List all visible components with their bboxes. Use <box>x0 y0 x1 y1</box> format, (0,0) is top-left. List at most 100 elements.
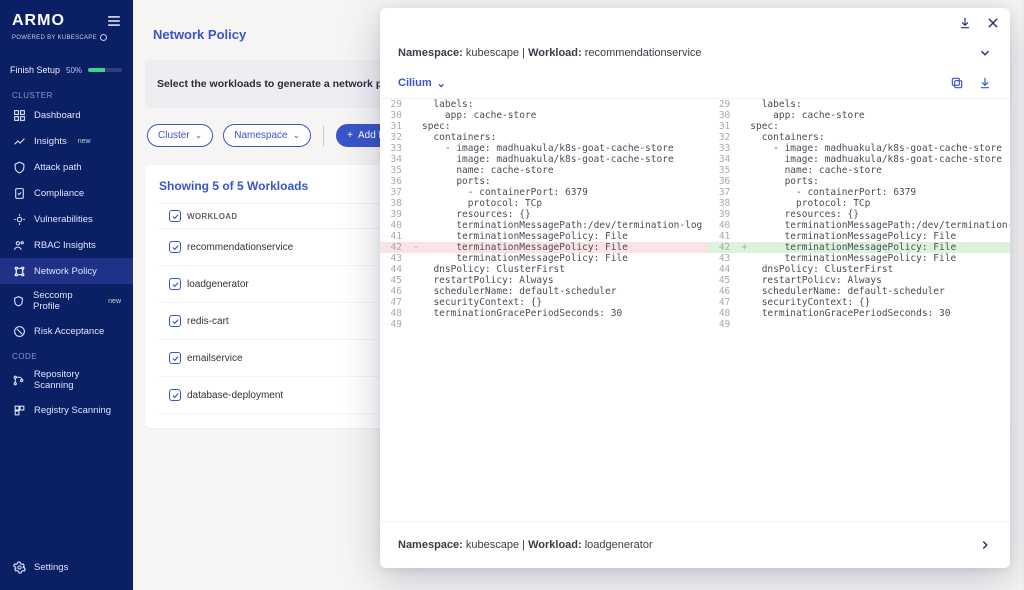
line-number: 46 <box>380 286 410 297</box>
code-text: image: madhuakula/k8s-goat-cache-store <box>750 154 1010 165</box>
line-number: 37 <box>708 187 738 198</box>
line-number: 40 <box>380 220 410 231</box>
code-text: - containerPort: 6379 <box>750 187 1010 198</box>
row-checkbox[interactable] <box>169 389 181 401</box>
code-text: ports: <box>750 176 1010 187</box>
code-text: terminationMessagePolicy: File <box>422 231 708 242</box>
menu-icon[interactable] <box>107 15 121 27</box>
seccomp-icon <box>12 294 25 308</box>
line-number: 49 <box>708 319 738 330</box>
diff-line: 34 image: madhuakula/k8s-goat-cache-stor… <box>708 154 1010 165</box>
nav-repo-scan[interactable]: Repository Scanning <box>0 363 133 397</box>
nav-settings[interactable]: Settings <box>0 554 133 580</box>
code-text: app: cache-store <box>750 110 1010 121</box>
select-all-checkbox[interactable] <box>169 210 181 222</box>
line-number: 46 <box>708 286 738 297</box>
code-text: ports: <box>422 176 708 187</box>
line-number: 30 <box>380 110 410 121</box>
diff-line: 40 terminationMessagePath:/dev/terminati… <box>380 220 708 231</box>
code-text: - image: madhuakula/k8s-goat-cache-store <box>750 143 1010 154</box>
chevron-down-icon: ⌄ <box>195 130 203 141</box>
diff-marker: + <box>738 242 750 253</box>
code-text: terminationMessagePolicy: File <box>750 253 1010 264</box>
diff-line: 45 restartPolicv: Always <box>708 275 1010 286</box>
download-icon[interactable] <box>978 76 992 90</box>
nav-rbac[interactable]: RBAC Insights <box>0 232 133 258</box>
diff-line: 37 - containerPort: 6379 <box>380 187 708 198</box>
diff-right: 29 labels:30 app: cache-store31spec:32 c… <box>708 99 1010 521</box>
chevron-down-icon[interactable] <box>978 46 992 60</box>
code-text: restartPolicv: Always <box>750 275 1010 286</box>
line-number: 33 <box>708 143 738 154</box>
copy-icon[interactable] <box>950 76 964 90</box>
new-badge: new <box>108 298 121 305</box>
nav-attack-path[interactable]: Attack path <box>0 154 133 180</box>
code-text: terminationMessagePath:/dev/termination-… <box>750 220 1010 231</box>
line-number: 34 <box>380 154 410 165</box>
code-text: containers: <box>422 132 708 143</box>
diff-line: 37 - containerPort: 6379 <box>708 187 1010 198</box>
code-text: resources: {} <box>422 209 708 220</box>
line-number: 36 <box>380 176 410 187</box>
line-number: 48 <box>380 308 410 319</box>
line-number: 45 <box>708 275 738 286</box>
nav-dashboard[interactable]: Dashboard <box>0 102 133 128</box>
finish-setup[interactable]: Finish Setup 50% <box>0 57 133 83</box>
diff-line: 49 <box>380 319 708 330</box>
download-all-icon[interactable] <box>958 16 972 30</box>
nav-network-policy[interactable]: Network Policy <box>0 258 133 284</box>
line-number: 42 <box>380 242 410 253</box>
diff-line: 47 securityContext: {} <box>380 297 708 308</box>
line-number: 29 <box>380 99 410 110</box>
finish-progress <box>88 68 122 72</box>
code-text: protocol: TCp <box>422 198 708 209</box>
code-text: terminationGracePeriodSeconds: 30 <box>422 308 708 319</box>
code-text: resources: {} <box>750 209 1010 220</box>
row-checkbox[interactable] <box>169 315 181 327</box>
chevron-right-icon[interactable] <box>978 538 992 552</box>
registry-icon <box>12 403 26 417</box>
row-checkbox[interactable] <box>169 278 181 290</box>
close-icon[interactable] <box>986 16 1000 30</box>
diff-line: 38 protocol: TCp <box>708 198 1010 209</box>
filter-cluster[interactable]: Cluster⌄ <box>147 124 213 147</box>
code-text: dnsPolicy: ClusterFirst <box>750 264 1010 275</box>
line-number: 36 <box>708 176 738 187</box>
code-text: - containerPort: 6379 <box>422 187 708 198</box>
policy-overlay: Namespace: kubescape | Workload: recomme… <box>380 8 1010 568</box>
nav-compliance[interactable]: Compliance <box>0 180 133 206</box>
diff-line: 48 terminationGracePeriodSeconds: 30 <box>380 308 708 319</box>
overlay-footer-text: Namespace: kubescape | Workload: loadgen… <box>398 539 653 551</box>
vulnerabilities-icon <box>12 212 26 226</box>
chevron-down-icon: ⌄ <box>293 130 301 141</box>
line-number: 47 <box>380 297 410 308</box>
diff-line: 36 ports: <box>380 176 708 187</box>
nav-seccomp[interactable]: Seccomp Profile new <box>0 284 133 318</box>
diff-line: 35 name: cache-store <box>708 165 1010 176</box>
line-number: 31 <box>708 121 738 132</box>
nav-insights[interactable]: Insights new <box>0 128 133 154</box>
diff-line: 42+ terminationMessagePolicy: File <box>708 242 1010 253</box>
line-number: 34 <box>708 154 738 165</box>
code-text: name: cache-store <box>750 165 1010 176</box>
nav-vulnerabilities[interactable]: Vulnerabilities <box>0 206 133 232</box>
row-checkbox[interactable] <box>169 352 181 364</box>
diff-line: 43 terminationMessagePolicy: File <box>708 253 1010 264</box>
line-number: 30 <box>708 110 738 121</box>
overlay-footer[interactable]: Namespace: kubescape | Workload: loadgen… <box>380 521 1010 568</box>
insights-icon <box>12 134 26 148</box>
row-checkbox[interactable] <box>169 241 181 253</box>
line-number: 38 <box>708 198 738 209</box>
filter-namespace[interactable]: Namespace⌄ <box>223 124 311 147</box>
line-number: 47 <box>708 297 738 308</box>
code-text: terminationMessagePolicy: File <box>750 242 1010 253</box>
diff-line: 39 resources: {} <box>708 209 1010 220</box>
policy-type-select[interactable]: Cilium⌄ <box>398 77 446 90</box>
dashboard-icon <box>12 108 26 122</box>
diff-line: 38 protocol: TCp <box>380 198 708 209</box>
diff-line: 47 securityContext: {} <box>708 297 1010 308</box>
overlay-header[interactable]: Namespace: kubescape | Workload: recomme… <box>380 8 1010 72</box>
nav-registry-scan[interactable]: Registry Scanning <box>0 397 133 423</box>
nav-risk[interactable]: Risk Acceptance <box>0 318 133 344</box>
diff-view[interactable]: 29 labels:30 app: cache-store31spec:32 c… <box>380 98 1010 521</box>
